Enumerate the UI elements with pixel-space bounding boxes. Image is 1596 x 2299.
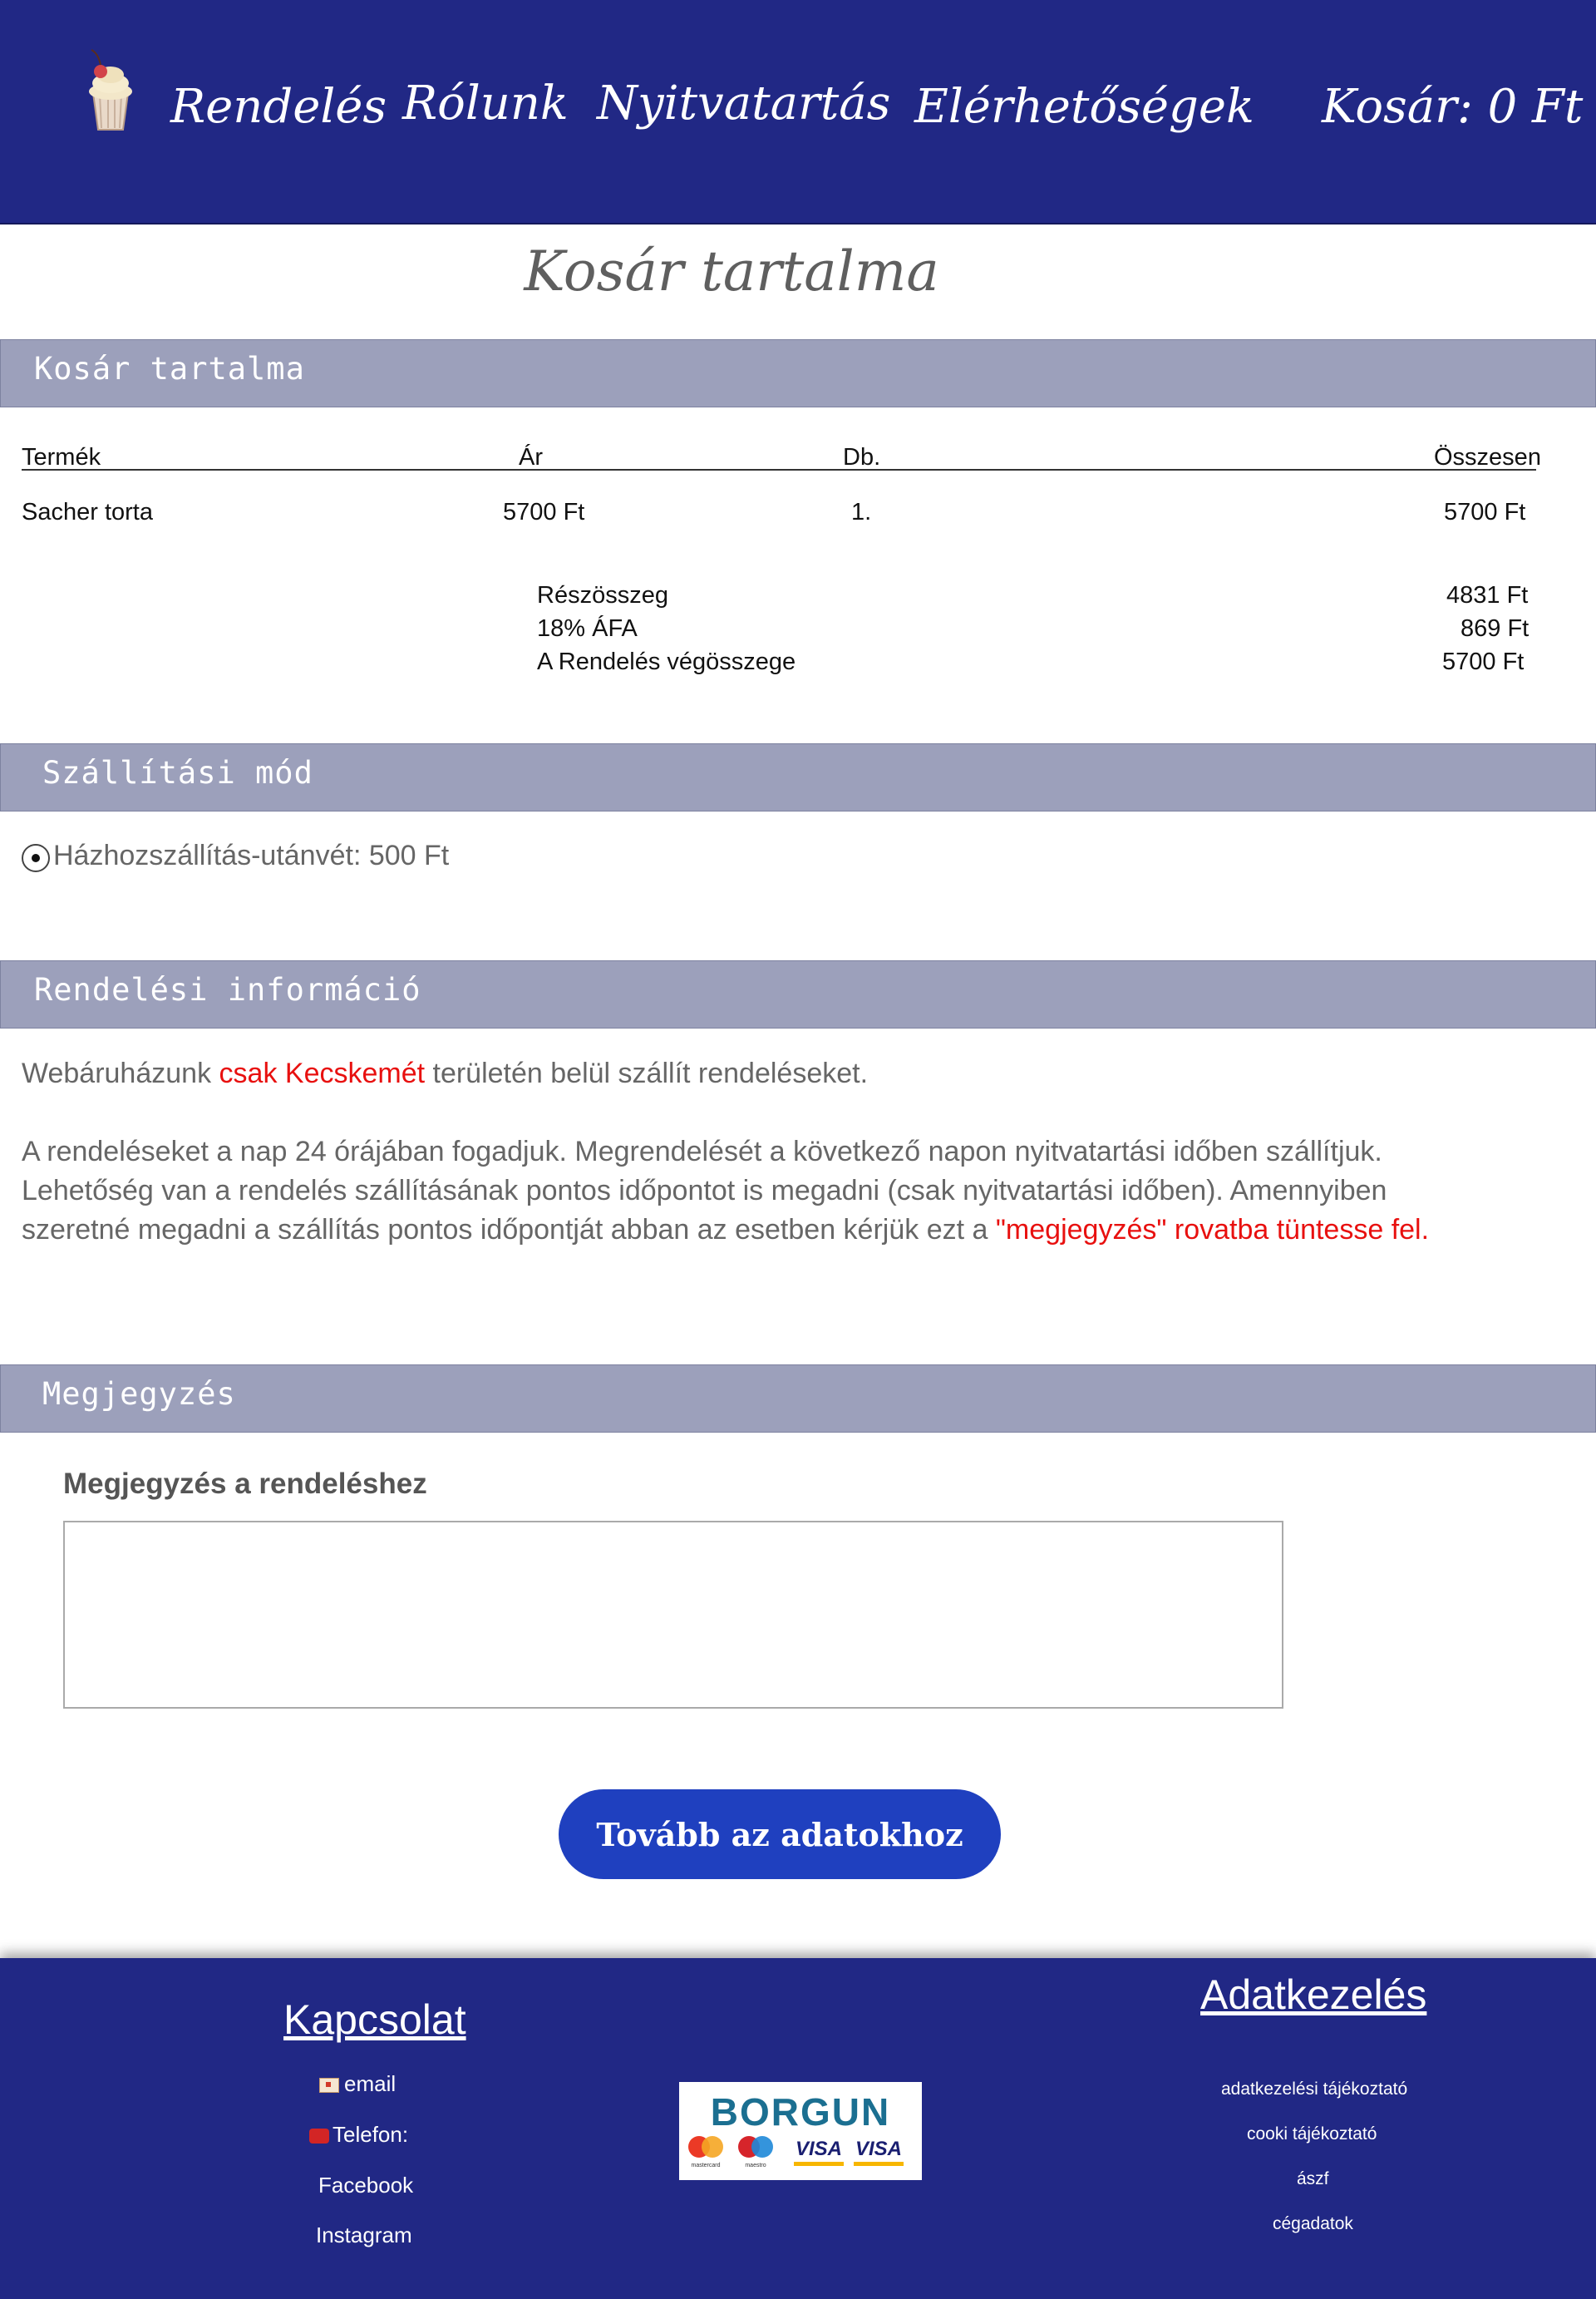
footer-link-company-info[interactable]: cégadatok [1273,2214,1353,2234]
column-header-total: Összesen [1434,444,1541,471]
table-cell-total: 5700 Ft [1444,499,1526,525]
note-field-label: Megjegyzés a rendeléshez [63,1468,427,1500]
cart-total-link[interactable]: Kosár: 0 Ft [1322,80,1583,134]
footer-link-cookie-policy[interactable]: cooki tájékoztató [1247,2124,1377,2144]
order-note-textarea[interactable] [63,1521,1283,1709]
card-label: VISA [855,2138,902,2160]
info-line: A rendeléseket a nap 24 órájában fogadju… [22,1136,1382,1167]
order-info-paragraph: A rendeléseket a nap 24 órájában fogadju… [22,1132,1518,1250]
footer-link-facebook[interactable]: Facebook [318,2173,413,2198]
column-header-product: Termék [22,444,101,471]
footer-link-instagram[interactable]: Instagram [316,2223,412,2248]
footer-link-label: email [344,2071,397,2096]
info-highlight: "megjegyzés" rovatba tüntesse fel. [995,1214,1430,1246]
footer-link-phone[interactable]: Telefon: [309,2122,408,2148]
nav-item-elerhetosegek[interactable]: Elérhetőségek [914,80,1254,134]
envelope-icon [319,2078,339,2094]
shipping-option-label[interactable]: Házhozszállítás-utánvét: 500 Ft [53,840,449,872]
card-label: mastercard [691,2163,720,2168]
summary-label-vat: 18% ÁFA [537,615,638,642]
info-line: Lehetőség van a rendelés szállításának p… [22,1175,1387,1206]
footer-link-terms[interactable]: ászf [1297,2169,1329,2189]
info-text: Webáruházunk [22,1058,219,1089]
shipping-radio-home-delivery[interactable] [22,844,50,872]
borgun-payment-logo: BORGUN mastercard maestro VISA VISA [679,2082,922,2180]
footer-heading-privacy: Adatkezelés [1200,1971,1427,2018]
nav-item-rolunk[interactable]: Rólunk [402,76,569,131]
borgun-brand-text: BORGUN [711,2090,890,2134]
delivery-area-notice: Webáruházunk csak Kecskemét területén be… [22,1054,1518,1093]
section-title: Szállítási mód [42,755,313,791]
info-text: területén belül szállít rendeléseket. [425,1058,869,1089]
summary-value-subtotal: 4831 Ft [1446,582,1529,609]
cupcake-logo-icon[interactable] [81,47,140,133]
summary-label-subtotal: Részösszeg [537,582,668,609]
footer-link-label: Telefon: [332,2122,409,2147]
footer-link-privacy-policy[interactable]: adatkezelési tájékoztató [1221,2079,1407,2099]
table-header-divider [22,469,1536,471]
section-bar-note: Megjegyzés [0,1364,1596,1433]
section-title: Megjegyzés [42,1376,236,1412]
nav-item-rendeles[interactable]: Rendelés [170,80,387,134]
card-label: VISA [796,2138,842,2160]
info-text: szeretné megadni a szállítás pontos időp… [22,1214,996,1246]
column-header-price: Ár [519,444,543,471]
summary-value-grand-total: 5700 Ft [1442,649,1525,675]
info-highlight: csak Kecskemét [219,1058,426,1089]
section-bar-shipping: Szállítási mód [0,743,1596,812]
section-title: Kosár tartalma [34,351,305,387]
nav-item-nyitvatartas[interactable]: Nyitvatartás [597,76,890,131]
page-title: Kosár tartalma [524,239,939,303]
section-bar-cart: Kosár tartalma [0,339,1596,407]
column-header-qty: Db. [843,444,881,471]
section-title: Rendelési információ [34,972,421,1008]
card-label: maestro [745,2163,766,2168]
summary-value-vat: 869 Ft [1461,615,1530,642]
table-cell-product: Sacher torta [22,499,153,525]
footer-link-email[interactable]: email [319,2071,396,2097]
footer-heading-contact: Kapcsolat [283,1996,466,2043]
summary-label-grand-total: A Rendelés végösszege [537,649,796,675]
telephone-icon [309,2129,329,2144]
info-line: szeretné megadni a szállítás pontos időp… [22,1211,1518,1250]
section-bar-order-info: Rendelési információ [0,960,1596,1029]
continue-to-details-button[interactable]: Tovább az adatokhoz [559,1789,1001,1879]
table-cell-price: 5700 Ft [503,499,585,525]
table-cell-qty: 1. [851,499,872,525]
